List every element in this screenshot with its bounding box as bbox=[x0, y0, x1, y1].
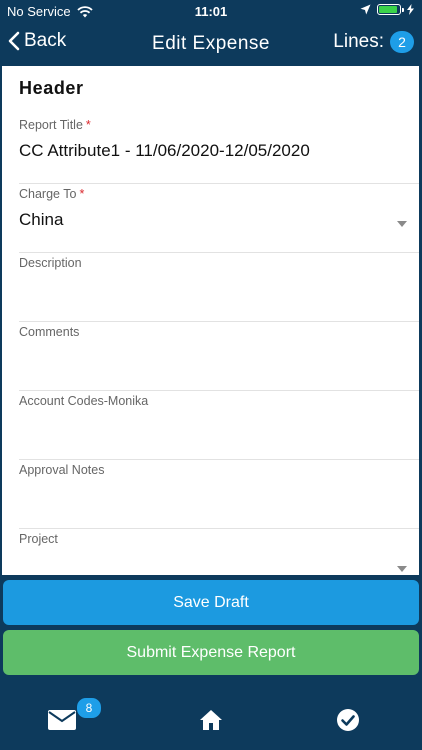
field-label: Description bbox=[19, 256, 82, 270]
lines-label: Lines: bbox=[333, 31, 384, 52]
comments-field[interactable]: Comments bbox=[19, 321, 419, 391]
lines-count-badge: 2 bbox=[390, 31, 414, 53]
field-label: Charge To * bbox=[19, 187, 85, 201]
tab-bar bbox=[0, 682, 422, 750]
lines-button[interactable]: Lines: 2 bbox=[333, 31, 414, 53]
expense-form: Header Report Title * CC Attribute1 - 11/… bbox=[2, 66, 419, 575]
tab-home[interactable] bbox=[191, 700, 231, 740]
report-title-value: CC Attribute1 - 11/06/2020-12/05/2020 bbox=[19, 141, 310, 160]
mail-icon bbox=[48, 710, 76, 730]
charge-to-select[interactable]: Charge To * China bbox=[19, 183, 419, 253]
nav-bar: Back Edit Expense Lines: 2 bbox=[0, 22, 422, 66]
project-select[interactable]: Project bbox=[19, 528, 419, 575]
tab-approvals[interactable] bbox=[328, 700, 368, 740]
dropdown-arrow-icon bbox=[397, 221, 407, 227]
check-circle-icon bbox=[337, 709, 359, 731]
status-bar: No Service 11:01 bbox=[0, 0, 422, 22]
description-field[interactable]: Description bbox=[19, 252, 419, 322]
section-title: Header bbox=[19, 78, 84, 98]
required-marker: * bbox=[79, 187, 85, 201]
status-right bbox=[360, 4, 414, 15]
battery-tip bbox=[402, 8, 404, 12]
messages-count-badge: 8 bbox=[76, 697, 102, 719]
status-time: 11:01 bbox=[194, 4, 228, 19]
dropdown-arrow-icon bbox=[397, 566, 407, 572]
location-arrow-icon bbox=[360, 4, 371, 15]
required-marker: * bbox=[85, 118, 91, 132]
field-label: Account Codes-Monika bbox=[19, 394, 149, 408]
home-icon bbox=[200, 710, 222, 730]
report-title-field[interactable]: Report Title * CC Attribute1 - 11/06/2020… bbox=[19, 114, 419, 184]
submit-expense-report-button[interactable]: Submit Expense Report bbox=[3, 630, 419, 675]
account-codes-field[interactable]: Account Codes-Monika bbox=[19, 390, 419, 460]
charging-bolt-icon bbox=[407, 4, 414, 15]
save-draft-button[interactable]: Save Draft bbox=[3, 580, 419, 625]
battery-icon bbox=[377, 4, 404, 15]
field-label: Project bbox=[19, 532, 58, 546]
approval-notes-field[interactable]: Approval Notes bbox=[19, 459, 419, 529]
charge-to-value: China bbox=[19, 210, 64, 229]
field-label: Report Title * bbox=[19, 118, 91, 132]
battery-fill bbox=[379, 6, 397, 13]
field-label: Comments bbox=[19, 325, 80, 339]
field-label: Approval Notes bbox=[19, 463, 105, 477]
